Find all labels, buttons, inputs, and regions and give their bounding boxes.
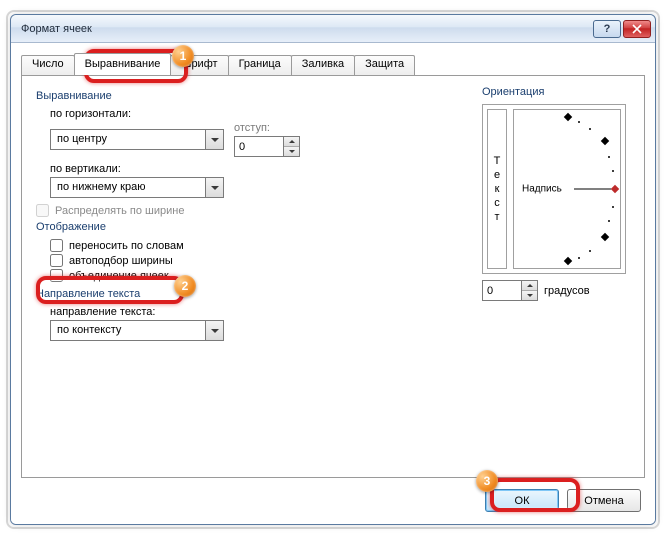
spinner-buttons: [283, 137, 299, 156]
close-icon: [632, 24, 642, 34]
dot-icon: [612, 206, 614, 208]
angle-text: Надпись: [522, 184, 562, 195]
tab-strip: Число Выравнивание Шрифт Граница Заливка…: [21, 53, 414, 75]
indent-value[interactable]: [235, 137, 283, 156]
direction-label: направление текста:: [50, 306, 630, 318]
close-button[interactable]: [623, 20, 651, 38]
ok-button[interactable]: ОК: [485, 489, 559, 512]
orientation-group: Ориентация Текст Надпись: [482, 86, 626, 301]
orientation-box: Текст Надпись: [482, 104, 626, 274]
diamond-icon: [601, 137, 609, 145]
dialog-window: Формат ячеек ? Число Выравнивание Шрифт …: [10, 14, 656, 525]
tab-pane: Выравнивание по горизонтали: отступ:: [21, 75, 645, 478]
tab-alignment[interactable]: Выравнивание: [74, 53, 172, 75]
indent-label: отступ:: [234, 122, 300, 134]
orientation-semicircle[interactable]: Надпись: [513, 109, 621, 269]
tab-border[interactable]: Граница: [228, 55, 292, 77]
cancel-button[interactable]: Отмена: [567, 489, 641, 512]
tab-font[interactable]: Шрифт: [170, 55, 228, 77]
horizontal-combo[interactable]: [50, 129, 224, 150]
merge-input[interactable]: [50, 269, 63, 282]
indent-spinner[interactable]: [234, 136, 300, 157]
shrink-input[interactable]: [50, 254, 63, 267]
cancel-label: Отмена: [584, 495, 623, 507]
chevron-down-icon[interactable]: [205, 130, 223, 149]
tab-protection[interactable]: Защита: [354, 55, 415, 77]
distribute-input: [36, 204, 49, 217]
degrees-label: градусов: [544, 285, 590, 297]
direction-value[interactable]: [51, 321, 205, 340]
dot-icon: [589, 250, 591, 252]
dot-icon: [578, 121, 580, 123]
direction-combo[interactable]: [50, 320, 224, 341]
tab-fill[interactable]: Заливка: [291, 55, 355, 77]
diamond-icon: [611, 185, 619, 193]
wrap-label: переносить по словам: [69, 240, 184, 252]
dot-icon: [578, 257, 580, 259]
degrees-value[interactable]: [483, 281, 521, 300]
diamond-icon: [564, 113, 572, 121]
distribute-label: Распределять по ширине: [55, 205, 184, 217]
merge-label: объединение ячеек: [69, 270, 169, 282]
section-orientation: Ориентация: [482, 86, 626, 98]
shrink-label: автоподбор ширины: [69, 255, 173, 267]
orientation-line: [574, 189, 614, 190]
ok-label: ОК: [515, 495, 530, 507]
spinner-up-icon[interactable]: [284, 137, 299, 147]
dot-icon: [608, 156, 610, 158]
chevron-down-icon[interactable]: [205, 321, 223, 340]
titlebar[interactable]: Формат ячеек ?: [11, 15, 655, 43]
vertical-combo[interactable]: [50, 177, 224, 198]
vertical-value[interactable]: [51, 178, 205, 197]
degrees-spinner[interactable]: [482, 280, 538, 301]
spinner-up-icon[interactable]: [522, 281, 537, 291]
wrap-input[interactable]: [50, 239, 63, 252]
diamond-icon: [601, 233, 609, 241]
dot-icon: [612, 170, 614, 172]
horizontal-value[interactable]: [51, 130, 205, 149]
vertical-text-button[interactable]: Текст: [487, 109, 507, 269]
dot-icon: [608, 220, 610, 222]
window-title: Формат ячеек: [21, 23, 593, 35]
client-area: Число Выравнивание Шрифт Граница Заливка…: [11, 43, 655, 524]
tab-number[interactable]: Число: [21, 55, 75, 77]
spinner-buttons: [521, 281, 537, 300]
chevron-down-icon[interactable]: [205, 178, 223, 197]
dot-icon: [589, 128, 591, 130]
dialog-buttons: ОК Отмена: [485, 489, 641, 512]
window-buttons: ?: [593, 20, 651, 38]
diamond-icon: [564, 257, 572, 265]
spinner-down-icon[interactable]: [522, 291, 537, 300]
spinner-down-icon[interactable]: [284, 147, 299, 156]
help-icon: ?: [604, 23, 611, 35]
help-button[interactable]: ?: [593, 20, 621, 38]
